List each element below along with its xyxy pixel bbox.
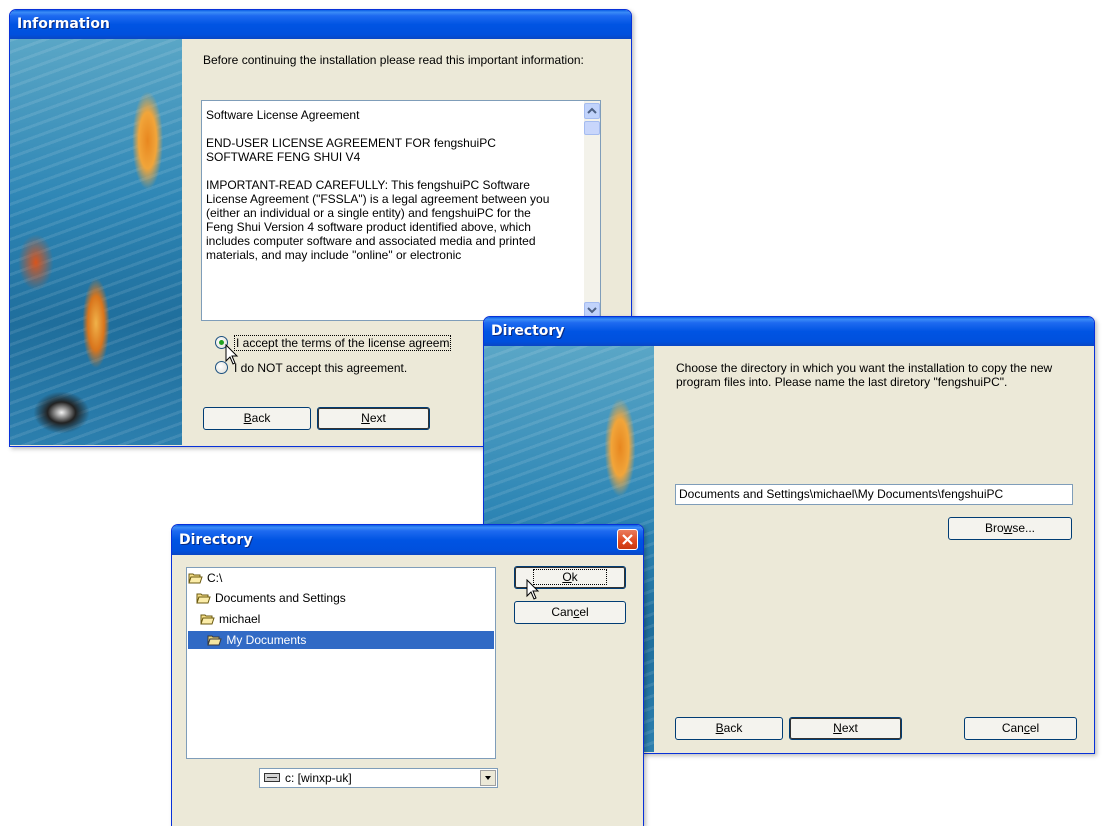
tree-item-michael[interactable]: michael xyxy=(200,610,260,628)
license-paragraph: Software License Agreement xyxy=(206,108,360,122)
back-button[interactable]: Back xyxy=(203,407,311,430)
tree-item-documents-and-settings[interactable]: Documents and Settings xyxy=(196,589,346,607)
tree-item-root[interactable]: C:\ xyxy=(188,569,222,587)
open-folder-icon xyxy=(207,635,223,646)
drive-select[interactable]: c: [winxp-uk] xyxy=(259,768,498,788)
open-folder-icon xyxy=(200,614,215,625)
decline-label[interactable]: I do NOT accept this agreement. xyxy=(234,361,407,375)
mouse-cursor-icon xyxy=(526,579,540,600)
next-button[interactable]: Next xyxy=(317,407,430,430)
title-bar[interactable]: Directory xyxy=(172,525,643,555)
mouse-cursor-icon xyxy=(225,344,239,365)
scroll-thumb[interactable] xyxy=(584,121,600,135)
back-label: ack xyxy=(251,411,271,425)
accept-label[interactable]: I accept the terms of the license agreem xyxy=(234,335,452,351)
folder-tree[interactable]: C:\ Documents and Settings michael My Do… xyxy=(186,567,496,759)
license-text-box[interactable]: Software License Agreement END-USER LICE… xyxy=(201,100,601,321)
open-folder-icon xyxy=(196,593,211,604)
license-paragraph: IMPORTANT-READ CAREFULLY: This fengshuiP… xyxy=(206,178,550,262)
browse-label: Bro xyxy=(984,521,1004,535)
open-folder-icon xyxy=(188,573,203,584)
scroll-up-icon[interactable] xyxy=(584,103,600,119)
cancel-button[interactable]: Cancel xyxy=(964,717,1077,740)
window-title: Directory xyxy=(179,532,253,548)
title-bar[interactable]: Directory xyxy=(484,317,1094,346)
koi-fish-image xyxy=(10,39,182,445)
intro-text: Before continuing the installation pleas… xyxy=(203,53,584,67)
window-title: Information xyxy=(17,16,110,32)
ok-label: Ok xyxy=(533,569,607,585)
window-title: Directory xyxy=(491,323,565,339)
browse-button[interactable]: Browse... xyxy=(948,517,1072,540)
next-label: ext xyxy=(369,411,386,425)
back-button[interactable]: Back xyxy=(675,717,783,740)
next-button[interactable]: Next xyxy=(789,717,902,740)
directory-picker-dialog: Directory C:\ Documents and Settings mic… xyxy=(171,524,644,826)
scrollbar[interactable] xyxy=(584,101,600,320)
title-bar[interactable]: Information xyxy=(10,10,631,39)
close-icon[interactable] xyxy=(617,529,638,550)
license-paragraph: END-USER LICENSE AGREEMENT FOR fengshuiP… xyxy=(206,136,496,164)
instruction-text: Choose the directory in which you want t… xyxy=(676,361,1053,389)
drive-value: c: [winxp-uk] xyxy=(285,771,352,785)
drive-icon xyxy=(264,773,280,782)
tree-item-my-documents[interactable]: My Documents xyxy=(188,631,494,649)
license-text: Software License Agreement END-USER LICE… xyxy=(206,108,561,318)
cancel-button[interactable]: Cancel xyxy=(514,601,626,624)
install-path-input[interactable]: Documents and Settings\michael\My Docume… xyxy=(675,484,1073,505)
chevron-down-icon[interactable] xyxy=(480,770,496,786)
